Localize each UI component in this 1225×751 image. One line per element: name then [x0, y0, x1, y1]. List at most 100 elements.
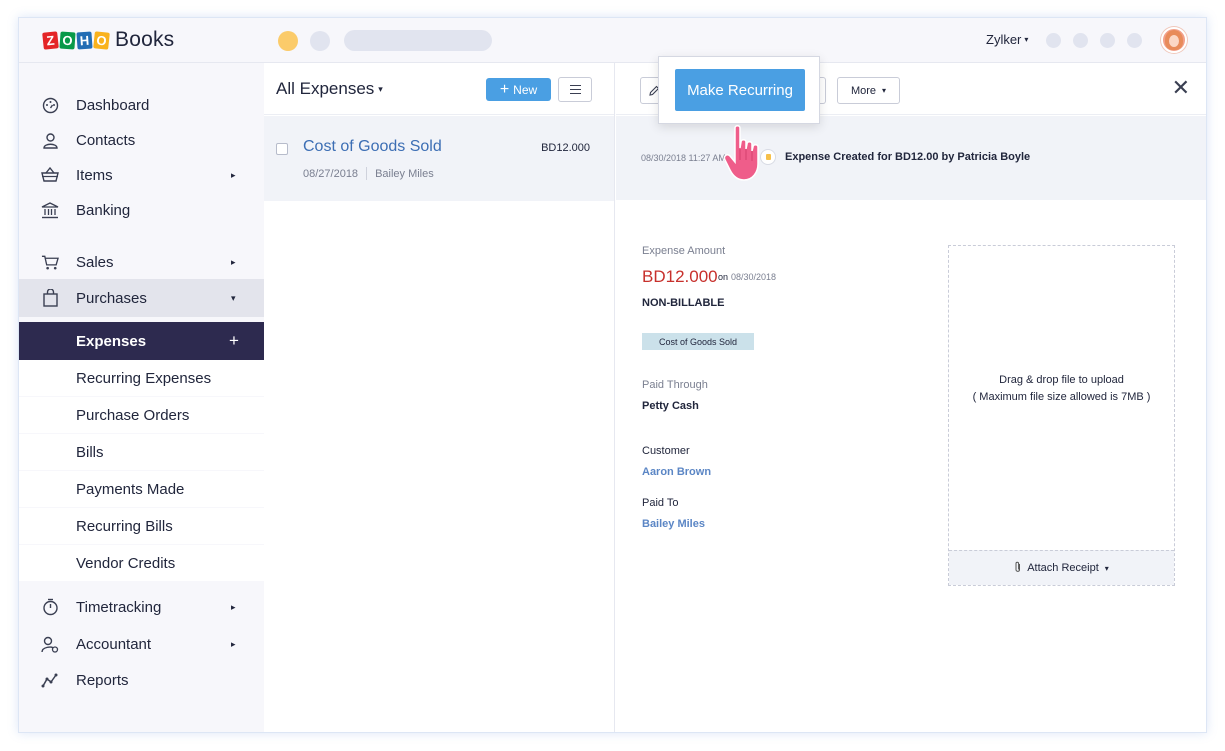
dashboard-icon: [41, 96, 59, 114]
placeholder-icon[interactable]: [1100, 33, 1115, 48]
attach-receipt-label: Attach Receipt: [1027, 562, 1099, 574]
placeholder-icon[interactable]: [1073, 33, 1088, 48]
bank-icon: [41, 201, 59, 219]
org-name: Zylker: [986, 32, 1022, 47]
hand-cursor-icon: [723, 125, 759, 181]
sidebar-item-items[interactable]: Items ▸: [19, 157, 264, 193]
sidebar-item-label: Reports: [76, 671, 129, 689]
more-button[interactable]: More ▾: [837, 77, 900, 104]
add-expense-icon[interactable]: +: [229, 331, 239, 351]
make-recurring-popover: Make Recurring: [658, 56, 820, 124]
chevron-down-icon: ▾: [1024, 35, 1029, 44]
new-expense-button[interactable]: + New: [486, 78, 551, 101]
list-header: All Expenses ▾ + New: [264, 63, 614, 115]
placeholder-icon[interactable]: [1127, 33, 1142, 48]
sidebar-item-label: Purchase Orders: [76, 406, 190, 424]
zoho-books-logo[interactable]: Z O H O Books: [42, 28, 174, 52]
sidebar-item-label: Bills: [76, 443, 104, 461]
sidebar-item-dashboard[interactable]: Dashboard: [19, 87, 264, 123]
list-title: All Expenses: [276, 79, 375, 98]
expense-amount-value: BD12.000: [642, 267, 718, 286]
hamburger-icon-line: [569, 88, 581, 91]
sidebar-item-purchases[interactable]: Purchases ▾: [19, 279, 264, 317]
amount-date-text: on 08/30/2018: [718, 272, 776, 282]
table-row[interactable]: Cost of Goods Sold BD12.000 08/27/2018 B…: [264, 116, 614, 201]
hamburger-icon-line: [569, 84, 581, 87]
app-window: Z O H O Books Zylker ▾ Dashboard Contact…: [18, 17, 1207, 733]
row-meta: 08/27/2018 Bailey Miles: [303, 167, 434, 180]
sidebar-subitem-bills[interactable]: Bills: [19, 434, 264, 470]
sidebar-item-banking[interactable]: Banking: [19, 192, 264, 228]
logo-tile: O: [59, 30, 76, 50]
items-basket-icon: [41, 166, 59, 184]
user-avatar[interactable]: [1161, 27, 1187, 53]
sidebar-item-label: Vendor Credits: [76, 554, 176, 572]
history-time: 08/30/2018 11:27 AM: [641, 153, 726, 163]
sidebar-item-contacts[interactable]: Contacts: [19, 122, 264, 158]
paid-through-label: Paid Through: [642, 379, 708, 391]
hamburger-icon-line: [569, 92, 581, 95]
placeholder-icon[interactable]: [1046, 33, 1061, 48]
new-button-label: New: [513, 82, 538, 97]
receipt-dropzone[interactable]: Drag & drop file to upload ( Maximum fil…: [948, 245, 1175, 586]
sidebar-item-accountant[interactable]: Accountant ▸: [19, 626, 264, 662]
sidebar-item-reports[interactable]: Reports: [19, 662, 264, 698]
row-checkbox[interactable]: [276, 143, 288, 155]
expense-amount: BD12.000: [541, 142, 590, 154]
sidebar-item-label: Banking: [76, 201, 131, 219]
cart-icon: [41, 253, 59, 271]
list-menu-button[interactable]: [558, 77, 592, 102]
sidebar-item-label: Recurring Bills: [76, 517, 173, 535]
sidebar-subitem-payments-made[interactable]: Payments Made: [19, 471, 264, 507]
chevron-down-icon: ▾: [231, 292, 236, 303]
history-message: Expense Created for BD12.00 by Patricia …: [785, 151, 1031, 163]
sidebar-item-label: Accountant: [76, 635, 152, 653]
placeholder-dot-yellow: [278, 31, 298, 51]
chevron-right-icon: ▸: [231, 638, 236, 649]
more-label: More: [850, 84, 877, 97]
expense-detail-pane: More ▾ ✕ 08/30/2018 11:27 AM Expense Crea…: [616, 63, 1206, 732]
placeholder-dot: [310, 31, 330, 51]
chevron-down-icon: ▾: [1104, 563, 1109, 573]
close-icon[interactable]: ✕: [1172, 77, 1190, 99]
logo-tile: Z: [42, 30, 59, 50]
chevron-right-icon: ▸: [231, 601, 236, 612]
org-switcher[interactable]: Zylker ▾: [986, 32, 1028, 47]
chevron-down-icon: ▾: [378, 84, 383, 94]
history-entry: 08/30/2018 11:27 AM Expense Created for …: [616, 116, 1206, 200]
avatar-face: [1169, 35, 1179, 47]
sidebar-subitem-expenses[interactable]: Expenses +: [19, 322, 264, 360]
sidebar-subitem-vendor-credits[interactable]: Vendor Credits: [19, 545, 264, 581]
sidebar-item-label: Expenses: [76, 332, 147, 350]
sidebar-subitem-recurring-expenses[interactable]: Recurring Expenses: [19, 360, 264, 396]
customer-link[interactable]: Aaron Brown: [642, 466, 711, 478]
dropzone-line1: Drag & drop file to upload: [999, 374, 1124, 386]
expense-amount-label: Expense Amount: [642, 245, 726, 257]
accountant-icon: [41, 635, 59, 653]
list-view-selector[interactable]: All Expenses ▾: [276, 79, 383, 99]
sidebar-item-timetracking[interactable]: Timetracking ▸: [19, 589, 264, 625]
logo-tile: H: [76, 30, 93, 50]
sidebar-subitem-purchase-orders[interactable]: Purchase Orders: [19, 397, 264, 433]
make-recurring-button[interactable]: Make Recurring: [675, 69, 805, 111]
reports-icon: [41, 671, 59, 689]
expense-account-link[interactable]: Cost of Goods Sold: [303, 138, 442, 156]
chevron-right-icon: ▸: [231, 169, 236, 180]
sidebar-subitem-recurring-bills[interactable]: Recurring Bills: [19, 508, 264, 544]
sidebar-item-label: Contacts: [76, 131, 136, 149]
dropzone-text: Drag & drop file to upload ( Maximum fil…: [949, 372, 1174, 406]
logo-tile: O: [93, 30, 110, 50]
expense-vendor: Bailey Miles: [375, 167, 434, 180]
chevron-right-icon: ▸: [231, 256, 236, 267]
expense-date: 08/27/2018: [303, 167, 359, 180]
sidebar-item-sales[interactable]: Sales ▸: [19, 244, 264, 280]
sidebar-item-label: Recurring Expenses: [76, 369, 212, 387]
attach-receipt-button[interactable]: Attach Receipt ▾: [949, 550, 1174, 585]
sidebar-item-label: Timetracking: [76, 598, 162, 616]
paid-to-label: Paid To: [642, 497, 679, 509]
paid-to-link[interactable]: Bailey Miles: [642, 518, 705, 530]
search-placeholder-bar[interactable]: [344, 30, 492, 51]
shopping-bag-icon: [41, 289, 59, 307]
on-label: on: [718, 272, 729, 282]
stopwatch-icon: [41, 598, 59, 616]
